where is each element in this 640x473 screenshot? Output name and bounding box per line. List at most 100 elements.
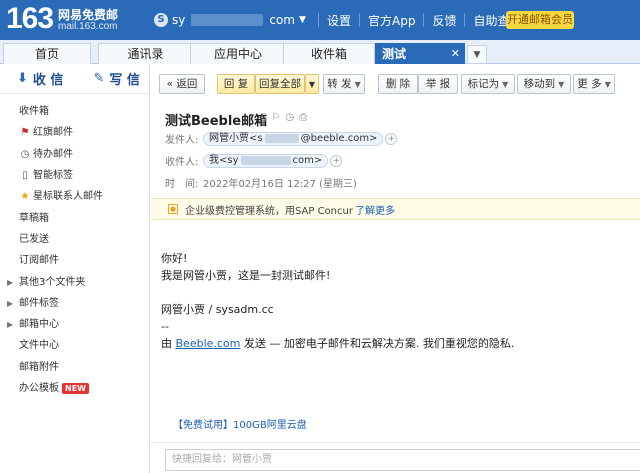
delete-button[interactable]: 删 除: [378, 74, 418, 94]
bookmark-icon: ▯: [22, 170, 28, 182]
mark-as-button[interactable]: 标记为 ▼: [461, 74, 515, 94]
account-icon: S: [154, 13, 168, 27]
beeble-link[interactable]: Beeble.com: [176, 337, 241, 350]
sidebar-item-flagged[interactable]: ⚑ 红旗邮件: [0, 122, 149, 143]
compose-row: ⬇ 收 信 ✎ 写 信: [0, 64, 149, 94]
sidebar-item-sent[interactable]: 已发送: [0, 229, 149, 250]
sidebar-item-label: 待办邮件: [33, 148, 73, 160]
move-to-button[interactable]: 移动到 ▼: [517, 74, 571, 94]
tab-contacts[interactable]: 通讯录: [98, 43, 193, 64]
settings-link[interactable]: 设置: [327, 12, 351, 29]
sidebar-item-label: 智能标签: [33, 170, 73, 182]
sender-row: 发件人: 网管小贾 <s @beeble.com> +: [165, 131, 398, 146]
sidebar-item-label: 邮箱附件: [19, 361, 59, 373]
logo-domain: mail.163.com: [58, 21, 118, 32]
chevron-down-icon: ▼: [502, 80, 509, 89]
tab-inbox[interactable]: 收件箱: [283, 43, 375, 64]
download-icon: ⬇: [17, 71, 28, 86]
tab-bar: 首页 通讯录 应用中心 收件箱 测试Beeble... ✕ ▼: [0, 40, 640, 81]
sidebar-item-inbox[interactable]: 收件箱: [0, 101, 149, 122]
bookmark-icon[interactable]: ▯: [261, 112, 267, 123]
info-icon: ●: [168, 204, 178, 214]
close-icon[interactable]: ✕: [451, 44, 460, 64]
sidebar-item-label: 其他3个文件夹: [19, 276, 86, 288]
official-app-link[interactable]: 官方App: [368, 12, 415, 29]
vip-button[interactable]: 开通邮箱会员: [506, 11, 574, 29]
add-contact-icon[interactable]: +: [330, 154, 343, 167]
write-button[interactable]: ✎ 写 信: [93, 69, 139, 88]
divider: [423, 13, 425, 27]
footer-suffix: 发送 — 加密电子邮件和云解决方案. 我们重视您的隐私.: [240, 337, 515, 350]
body-signature: 网管小贾 / sysadm.cc: [161, 303, 274, 316]
sidebar-item-label: 订阅邮件: [19, 255, 59, 267]
sidebar-item-todo[interactable]: ◷ 待办邮件: [0, 144, 149, 165]
promo-link[interactable]: 【免费试用】100GB阿里云盘: [173, 416, 307, 431]
chevron-right-icon[interactable]: ▶: [7, 314, 13, 335]
clock-icon[interactable]: ◷: [285, 112, 294, 123]
add-contact-icon[interactable]: +: [385, 132, 398, 145]
sidebar-item-office-templates[interactable]: 办公模板 NEW: [0, 378, 149, 399]
sidebar-item-mail-tags[interactable]: ▶ 邮件标签: [0, 293, 149, 314]
notice-learn-more-link[interactable]: 了解更多: [355, 202, 395, 217]
tab-overflow-button[interactable]: ▼: [467, 45, 487, 64]
chevron-down-icon: ▼: [308, 80, 316, 89]
reply-button[interactable]: 回 复: [217, 74, 255, 94]
new-badge: NEW: [62, 383, 89, 394]
sidebar-item-file-center[interactable]: 文件中心: [0, 335, 149, 356]
sidebar-item-label: 邮箱中心: [19, 319, 59, 331]
print-icon[interactable]: ⎙: [299, 112, 307, 123]
forward-label: 转 发: [327, 78, 352, 90]
mark-as-label: 标记为: [467, 78, 500, 90]
chevron-right-icon[interactable]: ▶: [7, 272, 13, 293]
sidebar-item-label: 收件箱: [19, 106, 49, 118]
footer-prefix: 由: [161, 337, 176, 350]
sidebar-item-label: 已发送: [19, 233, 49, 245]
time-label: 时 间:: [165, 179, 199, 190]
quick-reply-input[interactable]: 快捷回复给：网管小贾: [165, 449, 640, 471]
account-redacted: [191, 14, 264, 26]
divider: [464, 13, 466, 27]
recipient-prefix: <sy: [219, 155, 239, 166]
sidebar-item-label: 星标联系人邮件: [33, 191, 103, 203]
sidebar-item-attachments[interactable]: 邮箱附件: [0, 357, 149, 378]
more-button[interactable]: 更 多 ▼: [573, 74, 615, 94]
sidebar-item-other-folders[interactable]: ▶ 其他3个文件夹: [0, 271, 149, 292]
logo-number[interactable]: 163: [6, 2, 54, 36]
account-switcher[interactable]: S sy com ▼: [154, 12, 306, 28]
sidebar-item-label: 文件中心: [19, 340, 59, 352]
recipient-name: 我: [209, 155, 219, 166]
tab-home[interactable]: 首页: [3, 43, 91, 64]
forward-button[interactable]: 转 发 ▼: [323, 74, 365, 94]
clock-icon: ◷: [20, 148, 30, 160]
sidebar-item-mailbox-center[interactable]: ▶ 邮箱中心: [0, 314, 149, 335]
sidebar-item-starred-contacts[interactable]: ★ 星标联系人邮件: [0, 186, 149, 207]
sidebar-item-drafts[interactable]: 草稿箱: [0, 207, 149, 228]
receive-label: 收 信: [32, 73, 64, 88]
feedback-link[interactable]: 反馈: [432, 12, 456, 29]
chevron-right-icon[interactable]: ▶: [7, 293, 13, 314]
top-links: 设置 官方App 反馈 自助查询: [310, 12, 522, 29]
time-row: 时 间: 2022年02月16日 12:27 (星期三): [165, 175, 357, 190]
chevron-down-icon: ▼: [558, 80, 565, 89]
more-label: 更 多: [577, 78, 602, 90]
sidebar-item-subscriptions[interactable]: 订阅邮件: [0, 250, 149, 271]
receive-button[interactable]: ⬇ 收 信: [17, 69, 63, 88]
back-button[interactable]: « 返回: [159, 74, 205, 94]
reply-all-button[interactable]: 回复全部: [255, 74, 305, 94]
reply-dropdown[interactable]: ▼: [305, 74, 319, 94]
report-button[interactable]: 举 报: [418, 74, 458, 94]
account-prefix: sy: [172, 13, 186, 27]
body-greeting: 你好!: [161, 252, 188, 265]
chevron-down-icon: ▼: [299, 15, 306, 25]
recipient-suffix: com>: [292, 155, 323, 166]
recipient-address[interactable]: 我 <sy com>: [203, 153, 329, 168]
tab-app-center[interactable]: 应用中心: [190, 43, 286, 64]
sender-domain: @beeble.com>: [300, 133, 378, 144]
sender-address[interactable]: 网管小贾 <s @beeble.com>: [203, 131, 384, 146]
tab-current-mail[interactable]: 测试Beeble... ✕: [375, 43, 465, 81]
move-to-label: 移动到: [523, 78, 556, 90]
sidebar-item-smart-tags[interactable]: ▯ 智能标签: [0, 165, 149, 186]
notice-text: 企业级费控管理系统，用SAP Concur: [185, 205, 353, 217]
flag-icon[interactable]: ⚐: [272, 112, 281, 123]
sidebar: ⬇ 收 信 ✎ 写 信 收件箱 ⚑ 红旗邮件 ◷ 待办邮件 ▯ 智能标签 ★ 星…: [0, 64, 150, 473]
